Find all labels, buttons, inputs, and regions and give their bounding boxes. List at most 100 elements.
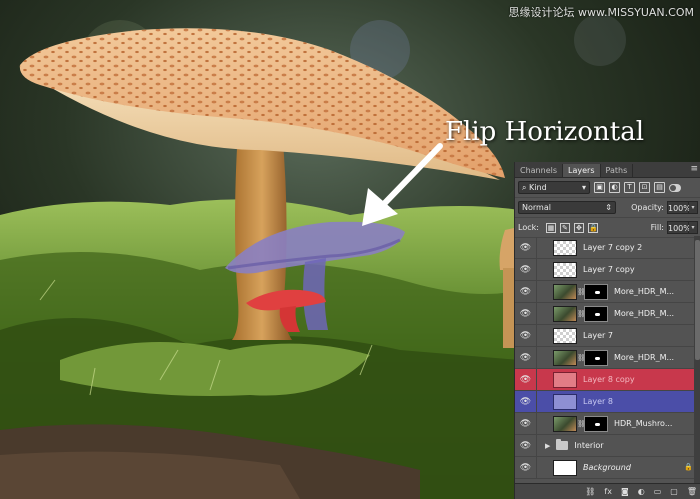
visibility-eye-icon[interactable]: 👁 bbox=[515, 412, 537, 435]
visibility-eye-icon[interactable]: 👁 bbox=[515, 302, 537, 325]
panel-tab-bar: Channels Layers Paths ≡ bbox=[515, 162, 700, 178]
link-layers-icon[interactable]: ⛓ bbox=[585, 487, 595, 496]
layer-thumbnail bbox=[553, 283, 577, 300]
adjustment-layer-icon[interactable]: ◐ bbox=[638, 487, 645, 496]
opacity-label: Opacity: bbox=[631, 203, 664, 212]
new-layer-icon[interactable]: ▢ bbox=[670, 487, 678, 496]
add-mask-icon[interactable]: ◙ bbox=[621, 487, 629, 496]
layer-name: Layer 7 copy bbox=[583, 265, 635, 274]
filter-pixel-icon[interactable]: ▣ bbox=[594, 182, 605, 193]
fill-label: Fill: bbox=[650, 223, 664, 232]
layer-style-fx-icon[interactable]: fx bbox=[604, 487, 612, 496]
filter-kind-select[interactable]: ⌕ Kind ▾ bbox=[518, 181, 590, 194]
fill-dropdown-icon[interactable]: ▾ bbox=[689, 221, 698, 234]
lock-position-icon[interactable]: ✥ bbox=[573, 222, 584, 233]
filter-adjustment-icon[interactable]: ◐ bbox=[609, 182, 620, 193]
folder-icon bbox=[556, 439, 569, 450]
lock-image-icon[interactable]: ✎ bbox=[559, 222, 570, 233]
layer-mask-thumbnail[interactable] bbox=[584, 305, 608, 322]
visibility-eye-icon[interactable]: 👁 bbox=[515, 280, 537, 303]
layer-name: Layer 8 bbox=[583, 397, 613, 406]
chevron-down-icon: ⇕ bbox=[605, 203, 612, 212]
layer-thumbnail bbox=[553, 371, 577, 388]
layers-bottom-toolbar: ⛓ fx ◙ ◐ ▭ ▢ 🗑 bbox=[515, 483, 700, 499]
layers-panel: Channels Layers Paths ≡ ⌕ Kind ▾ ▣ ◐ T ⊡… bbox=[514, 162, 700, 499]
layer-row[interactable]: 👁 Layer 7 copy 2 bbox=[515, 236, 700, 259]
link-chain-icon[interactable]: ⛓ bbox=[577, 310, 586, 318]
filter-kind-value: Kind bbox=[529, 183, 547, 192]
layer-group-row[interactable]: 👁 ▶ Interior bbox=[515, 434, 700, 457]
layer-name: Background bbox=[583, 463, 631, 472]
visibility-eye-icon[interactable]: 👁 bbox=[515, 456, 537, 479]
new-group-icon[interactable]: ▭ bbox=[654, 487, 662, 496]
lock-icon: 🔒 bbox=[684, 463, 693, 471]
opacity-dropdown-icon[interactable]: ▾ bbox=[689, 201, 698, 214]
layer-name: Layer 7 copy 2 bbox=[583, 243, 643, 252]
layer-mask-thumbnail[interactable] bbox=[584, 415, 608, 432]
panel-menu-icon[interactable]: ≡ bbox=[690, 164, 698, 174]
opacity-input[interactable]: 100% bbox=[667, 201, 691, 214]
background-layer-row[interactable]: 👁 Background 🔒 bbox=[515, 456, 700, 479]
layer-thumbnail bbox=[553, 239, 577, 256]
visibility-eye-icon[interactable]: 👁 bbox=[515, 434, 537, 457]
visibility-eye-icon[interactable]: 👁 bbox=[515, 346, 537, 369]
layer-row[interactable]: 👁 Layer 7 bbox=[515, 324, 700, 347]
layer-row-highlighted-blue[interactable]: 👁 Layer 8 bbox=[515, 390, 700, 413]
layer-name: Layer 8 copy bbox=[583, 375, 635, 384]
layer-row[interactable]: 👁 Layer 7 copy bbox=[515, 258, 700, 281]
lock-transparent-icon[interactable]: ▦ bbox=[545, 222, 556, 233]
layer-thumbnail bbox=[553, 393, 577, 410]
layer-name: Layer 7 bbox=[583, 331, 613, 340]
layer-mask-thumbnail[interactable] bbox=[584, 349, 608, 366]
lock-all-icon[interactable]: 🔒 bbox=[587, 222, 598, 233]
filter-smart-object-icon[interactable]: ▤ bbox=[654, 182, 665, 193]
blend-mode-value: Normal bbox=[522, 203, 551, 212]
filter-type-icon[interactable]: T bbox=[624, 182, 635, 193]
visibility-eye-icon[interactable]: 👁 bbox=[515, 236, 537, 259]
visibility-eye-icon[interactable]: 👁 bbox=[515, 258, 537, 281]
layer-filter-row: ⌕ Kind ▾ ▣ ◐ T ⊡ ▤ bbox=[515, 178, 700, 198]
layer-thumbnail bbox=[553, 415, 577, 432]
delete-layer-icon[interactable]: 🗑 bbox=[687, 487, 697, 496]
layer-name: More_HDR_M... bbox=[614, 353, 675, 362]
tab-layers[interactable]: Layers bbox=[563, 164, 601, 177]
layer-thumbnail bbox=[553, 261, 577, 278]
tab-paths[interactable]: Paths bbox=[601, 164, 634, 177]
layer-row[interactable]: 👁 ⛓ HDR_Mushro... bbox=[515, 412, 700, 435]
layer-row[interactable]: 👁 ⛓ More_HDR_M... bbox=[515, 302, 700, 325]
layer-list: 👁 Layer 7 copy 2 👁 Layer 7 copy 👁 ⛓ More… bbox=[515, 236, 700, 479]
layer-thumbnail bbox=[553, 305, 577, 322]
visibility-eye-icon[interactable]: 👁 bbox=[515, 368, 537, 391]
layers-scrollbar-thumb[interactable] bbox=[695, 240, 700, 360]
search-icon: ⌕ bbox=[522, 183, 527, 192]
blend-mode-select[interactable]: Normal ⇕ bbox=[518, 201, 616, 214]
tab-channels[interactable]: Channels bbox=[515, 164, 564, 177]
link-chain-icon[interactable]: ⛓ bbox=[577, 288, 586, 296]
visibility-eye-icon[interactable]: 👁 bbox=[515, 390, 537, 413]
layer-name: More_HDR_M... bbox=[614, 309, 675, 318]
lock-label: Lock: bbox=[518, 223, 539, 232]
chevron-down-icon: ▾ bbox=[581, 183, 586, 192]
layer-mask-thumbnail[interactable] bbox=[584, 283, 608, 300]
link-chain-icon[interactable]: ⛓ bbox=[577, 354, 586, 362]
layer-thumbnail bbox=[553, 327, 577, 344]
fill-input[interactable]: 100% bbox=[667, 221, 691, 234]
layer-row-highlighted-red[interactable]: 👁 Layer 8 copy bbox=[515, 368, 700, 391]
visibility-eye-icon[interactable]: 👁 bbox=[515, 324, 537, 347]
layer-name: More_HDR_M... bbox=[614, 287, 675, 296]
expand-arrow-icon[interactable]: ▶ bbox=[545, 442, 550, 450]
layer-name: HDR_Mushro... bbox=[614, 419, 673, 428]
layer-row[interactable]: 👁 ⛓ More_HDR_M... bbox=[515, 280, 700, 303]
annotation-arrow-icon bbox=[362, 143, 443, 226]
layer-name: Interior bbox=[574, 441, 604, 450]
layer-thumbnail bbox=[553, 349, 577, 366]
layer-thumbnail bbox=[553, 459, 577, 476]
annotation-label: Flip Horizontal bbox=[445, 117, 645, 147]
filter-shape-icon[interactable]: ⊡ bbox=[639, 182, 650, 193]
lock-row: Lock: ▦ ✎ ✥ 🔒 Fill: 100% ▾ bbox=[515, 218, 700, 238]
filter-toggle[interactable] bbox=[669, 183, 681, 192]
layer-row[interactable]: 👁 ⛓ More_HDR_M... bbox=[515, 346, 700, 369]
blend-mode-row: Normal ⇕ Opacity: 100% ▾ bbox=[515, 198, 700, 218]
watermark: 思缘设计论坛 www.MISSYUAN.COM bbox=[508, 6, 694, 19]
link-chain-icon[interactable]: ⛓ bbox=[577, 420, 586, 428]
